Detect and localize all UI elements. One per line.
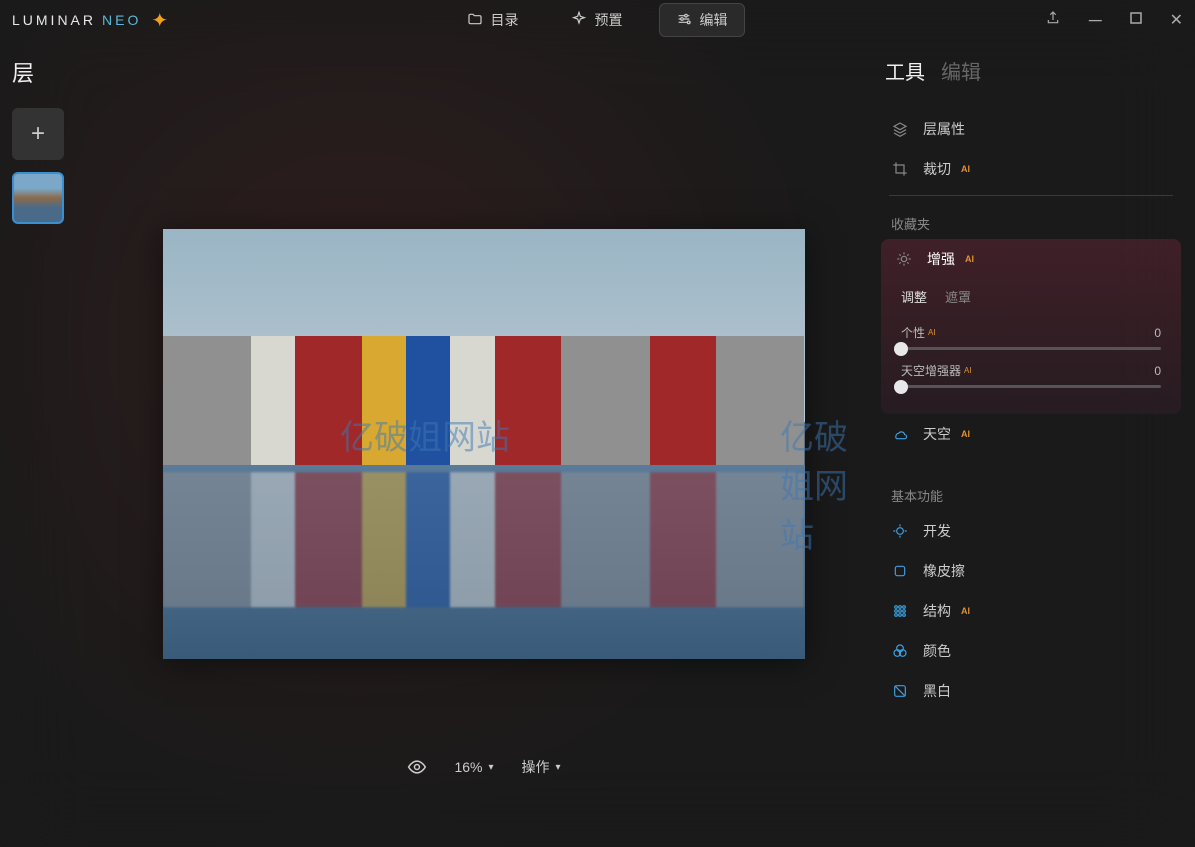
maximize-icon[interactable] [1130,11,1142,29]
tools-panel: 工具 编辑 层属性 裁切 AI 收藏夹 增强 AI 调整 遮罩 [877,40,1195,847]
slider-thumb[interactable] [894,342,908,356]
bw-icon [891,682,909,700]
ai-badge: AI [961,429,970,439]
ai-badge: AI [928,328,936,337]
tab-edits[interactable]: 编辑 [941,56,981,85]
nav-presets[interactable]: 预置 [555,3,639,37]
slider-sky-track[interactable] [901,385,1161,388]
right-tabs: 工具 编辑 [877,52,1185,89]
image-canvas[interactable] [163,229,805,659]
top-nav: 目录 预置 编辑 [451,3,745,37]
chevron-down-icon: ▾ [556,762,561,773]
tool-enhance[interactable]: 增强 AI [881,239,1181,279]
layers-title: 层 [12,56,78,88]
canvas-area: 亿破姐网站 亿破姐网站 16%▾ 操作▾ [90,40,877,847]
tool-label: 天空 [923,424,951,444]
tool-label: 结构 [923,601,951,621]
nav-presets-label: 预置 [595,10,623,30]
ai-badge: AI [965,254,974,264]
slider-accent: 个性AI 0 [901,324,1161,350]
sliders-icon [676,11,692,30]
color-icon [891,642,909,660]
nav-edit-label: 编辑 [700,10,728,30]
tool-color[interactable]: 颜色 [877,631,1185,671]
ai-badge: AI [961,164,970,174]
sparkle-icon [571,11,587,30]
slider-thumb[interactable] [894,380,908,394]
close-icon[interactable]: ✕ [1170,10,1183,30]
window-controls: ─ ✕ [1045,10,1183,31]
folder-icon [467,11,483,30]
slider-label: 天空增强器 [901,362,961,379]
share-icon[interactable] [1045,10,1061,31]
slider-value: 0 [1154,326,1161,340]
section-basics: 基本功能 [877,474,1185,511]
actions-menu[interactable]: 操作▾ [522,757,561,777]
tab-tools[interactable]: 工具 [885,56,925,85]
enhance-icon [895,250,913,268]
app-logo: LUMINAR NEO ✦ [12,8,171,33]
eraser-icon [891,562,909,580]
tool-label: 开发 [923,521,951,541]
slider-label: 个性 [901,324,925,341]
tool-label: 增强 [927,249,955,269]
chevron-down-icon: ▾ [488,762,493,773]
tool-eraser[interactable]: 橡皮擦 [877,551,1185,591]
tool-structure[interactable]: 结构 AI [877,591,1185,631]
enhance-subtabs: 调整 遮罩 [881,279,1181,314]
tool-label: 黑白 [923,681,951,701]
layers-icon [891,120,909,138]
nav-catalog-label: 目录 [491,10,519,30]
layer-thumbnail[interactable] [12,172,64,224]
slider-accent-track[interactable] [901,347,1161,350]
titlebar: LUMINAR NEO ✦ 目录 预置 编辑 ─ ✕ [0,0,1195,40]
zoom-level[interactable]: 16%▾ [454,759,493,775]
subtab-mask[interactable]: 遮罩 [945,287,971,306]
tool-crop[interactable]: 裁切 AI [877,149,1185,189]
tool-enhance-expanded: 增强 AI 调整 遮罩 个性AI 0 天空增强器AI 0 [881,239,1181,414]
tool-bw[interactable]: 黑白 [877,671,1185,711]
minimize-icon[interactable]: ─ [1089,10,1102,31]
tool-label: 裁切 [923,159,951,179]
tool-label: 橡皮擦 [923,561,965,581]
subtab-adjust[interactable]: 调整 [901,287,927,306]
ai-badge: AI [964,366,972,375]
ai-badge: AI [961,606,970,616]
develop-icon [891,522,909,540]
visibility-toggle[interactable] [406,757,426,777]
structure-icon [891,602,909,620]
extension-icon[interactable]: ✦ [151,8,171,33]
tool-label: 层属性 [923,119,965,139]
nav-catalog[interactable]: 目录 [451,3,535,37]
cloud-icon [891,425,909,443]
tool-layer-properties[interactable]: 层属性 [877,109,1185,149]
canvas-bottom-bar: 16%▾ 操作▾ [406,757,560,777]
add-layer-button[interactable]: + [12,108,64,160]
tool-develop[interactable]: 开发 [877,511,1185,551]
tool-sky[interactable]: 天空 AI [877,414,1185,454]
layers-sidebar: 层 + [0,40,90,847]
tool-label: 颜色 [923,641,951,661]
nav-edit[interactable]: 编辑 [659,3,745,37]
section-favorites: 收藏夹 [877,202,1185,239]
slider-value: 0 [1154,364,1161,378]
slider-sky-enhancer: 天空增强器AI 0 [901,362,1161,388]
crop-icon [891,160,909,178]
